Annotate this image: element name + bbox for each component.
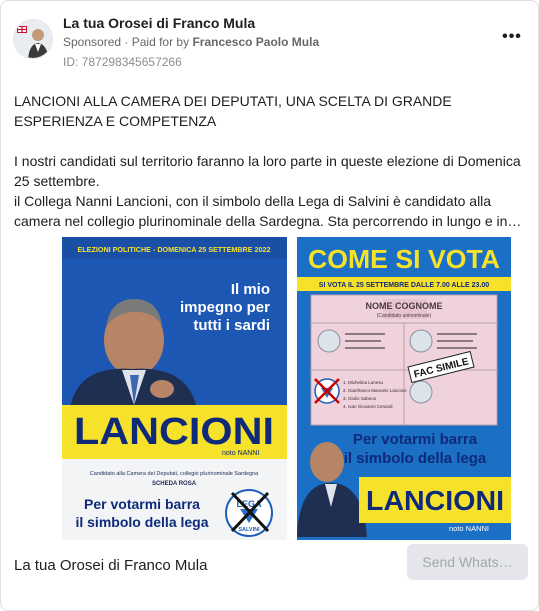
poster-right-image[interactable]: COME SI VOTA SI VOTA IL 25 SETTEMBRE DAL… [297, 237, 511, 540]
lega-logo-icon: LEGA SALVINI [225, 489, 273, 537]
post-header: La tua Orosei di Franco Mula Sponsored ·… [13, 13, 528, 69]
send-whatsapp-button[interactable]: Send Whats… [407, 544, 528, 580]
right-vote-2: il simbolo della lega [344, 450, 487, 467]
sponsored-label: Sponsored [63, 35, 122, 49]
right-subtitle: SI VOTA IL 25 SETTEMBRE DALLE 7.00 ALLE … [319, 282, 489, 289]
left-slogan-3: tutti i sardi [193, 317, 270, 334]
sponsored-line: Sponsored · Paid for by Francesco Paolo … [63, 35, 319, 49]
ballot-header: NOME COGNOME [365, 301, 442, 311]
right-title: COME SI VOTA [308, 244, 500, 274]
paid-for-prefix: · Paid for by [124, 35, 190, 49]
ad-card: La tua Orosei di Franco Mula Sponsored ·… [0, 0, 539, 611]
post-paragraph-2: il Collega Nanni Lancioni, con il simbol… [14, 193, 522, 229]
ad-id: ID: 787298345657266 [63, 55, 182, 69]
payer-name: Francesco Paolo Mula [192, 35, 320, 49]
left-name: LANCIONI [74, 411, 274, 453]
left-vote-1: Per votarmi barra [84, 496, 200, 512]
candidate-4: 4. Ivan Giovanni Cerandi [343, 404, 393, 409]
poster-left-image[interactable]: ELEZIONI POLITICHE - DOMENICA 25 SETTEMB… [62, 237, 287, 540]
left-slogan-2: impegno per [180, 299, 270, 316]
ballot-sub: (Candidato uninominale) [377, 313, 432, 319]
more-options-button[interactable]: ••• [500, 27, 524, 51]
left-logo-bottom: SALVINI [238, 527, 260, 533]
post-headline: LANCIONI ALLA CAMERA DEI DEPUTATI, UNA S… [14, 93, 452, 129]
footer-page-name[interactable]: La tua Orosei di Franco Mula [14, 557, 207, 574]
candidate-3: 3. Giulio Sabeus [343, 396, 377, 401]
left-candidacy-2: SCHEDA ROSA [152, 481, 197, 487]
page-name[interactable]: La tua Orosei di Franco Mula [63, 15, 255, 31]
post-paragraph-1: I nostri candidati sul territorio farann… [14, 153, 521, 189]
left-banner-text: ELEZIONI POLITICHE - DOMENICA 25 SETTEMB… [77, 245, 270, 254]
page-avatar[interactable] [13, 19, 53, 59]
post-text: LANCIONI ALLA CAMERA DEI DEPUTATI, UNA S… [14, 91, 529, 231]
right-name: LANCIONI [366, 485, 504, 516]
left-candidacy-1: Candidato alla Camera dei Deputati, coll… [90, 471, 259, 477]
candidate-1: 1. Michelina Lunesu [343, 380, 384, 385]
right-vote-1: Per votarmi barra [353, 431, 478, 448]
left-slogan-1: Il mio [231, 281, 270, 298]
left-nickname: noto NANNI [222, 450, 259, 457]
left-vote-2: il simbolo della lega [75, 514, 208, 530]
candidate-2: 2. Gianfranco Manuelo Lancioni [343, 388, 407, 393]
lega-logo-icon [314, 378, 340, 404]
right-nickname: noto NANNI [449, 524, 489, 533]
